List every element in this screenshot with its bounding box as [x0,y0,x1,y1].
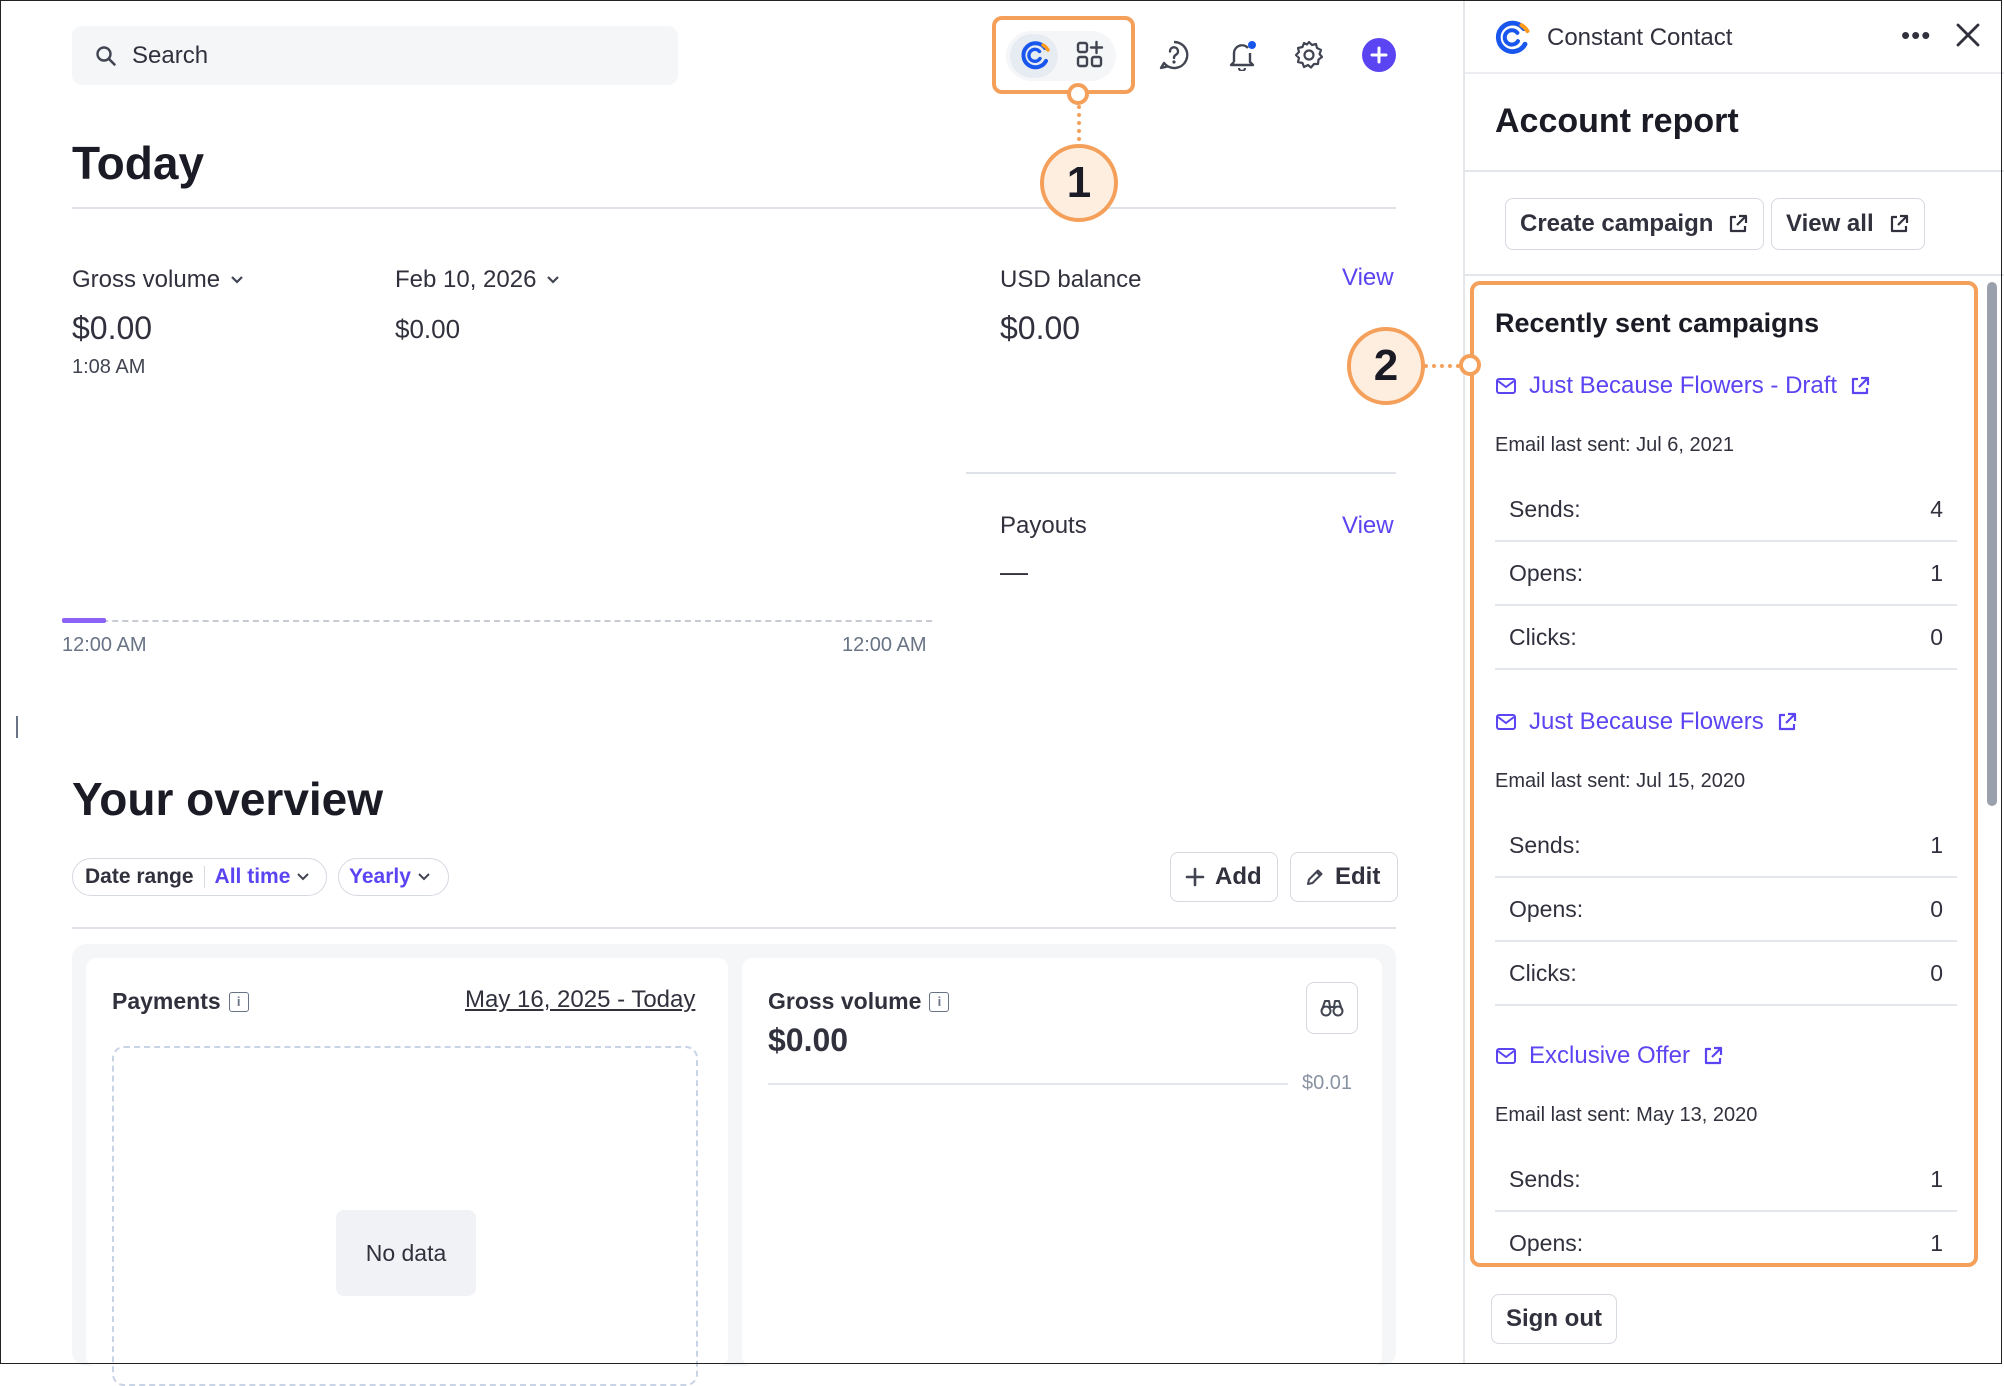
screenshot-frame [0,0,2002,1364]
